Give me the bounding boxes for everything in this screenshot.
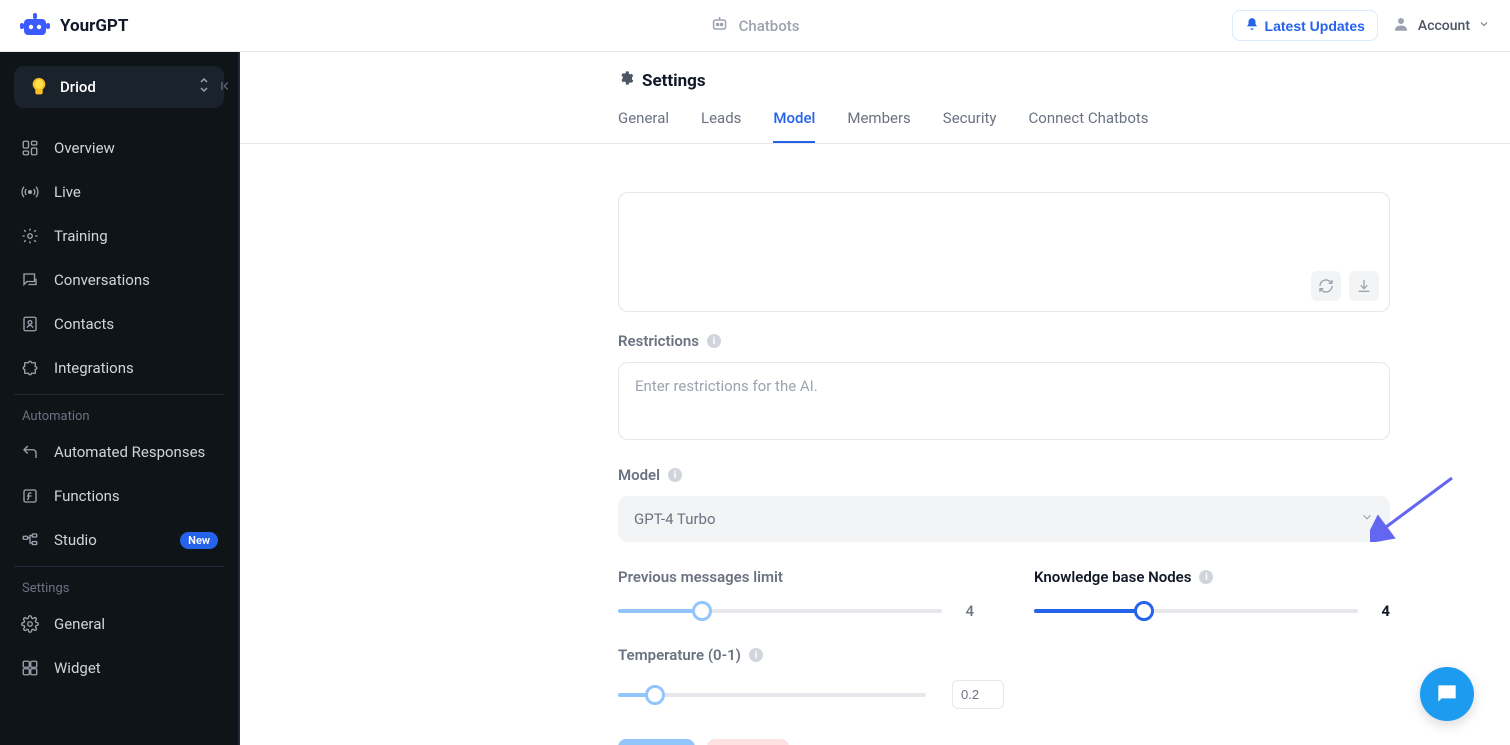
restrictions-input[interactable] bbox=[618, 362, 1390, 440]
temperature-input[interactable] bbox=[952, 680, 1004, 709]
function-icon bbox=[20, 486, 40, 506]
temperature-label: Temperature (0-1) bbox=[618, 646, 741, 664]
info-icon[interactable]: i bbox=[1199, 570, 1213, 584]
save-button[interactable]: Save bbox=[618, 739, 695, 745]
account-menu[interactable]: Account bbox=[1392, 15, 1490, 37]
refresh-button[interactable] bbox=[1311, 271, 1341, 301]
logo-icon bbox=[20, 13, 50, 39]
prompt-box bbox=[618, 192, 1390, 312]
chevron-down-icon bbox=[1360, 510, 1374, 528]
training-icon bbox=[20, 226, 40, 246]
header-center-link[interactable]: Chatbots bbox=[711, 15, 800, 37]
latest-updates-label: Latest Updates bbox=[1265, 18, 1365, 34]
dashboard-icon bbox=[20, 138, 40, 158]
kb-nodes-label: Knowledge base Nodes bbox=[1034, 568, 1191, 586]
section-settings: Settings bbox=[0, 567, 238, 602]
temperature-slider[interactable] bbox=[618, 693, 926, 697]
sidebar-item-integrations[interactable]: Integrations bbox=[0, 346, 238, 390]
bell-icon bbox=[1245, 17, 1259, 34]
model-selected-value: GPT-4 Turbo bbox=[634, 510, 716, 528]
collapse-sidebar-button[interactable] bbox=[216, 76, 236, 96]
tab-model[interactable]: Model bbox=[773, 109, 815, 143]
tab-connect-chatbots[interactable]: Connect Chatbots bbox=[1029, 109, 1149, 143]
sidebar-item-general[interactable]: General bbox=[0, 602, 238, 646]
tab-general[interactable]: General bbox=[618, 109, 669, 143]
sidebar-item-training[interactable]: Training bbox=[0, 214, 238, 258]
reset-button[interactable]: Reset bbox=[707, 739, 789, 745]
sidebar: Driod Overview Live Training Conversations C… bbox=[0, 52, 240, 745]
kb-nodes-slider[interactable] bbox=[1034, 609, 1358, 613]
tab-security[interactable]: Security bbox=[943, 109, 997, 143]
puzzle-icon bbox=[20, 358, 40, 378]
prev-messages-label: Previous messages limit bbox=[618, 568, 783, 586]
broadcast-icon bbox=[20, 182, 40, 202]
chat-fab[interactable] bbox=[1420, 667, 1474, 721]
sidebar-item-automated-responses[interactable]: Automated Responses bbox=[0, 430, 238, 474]
nav-label: Automated Responses bbox=[54, 443, 218, 461]
gear-icon bbox=[618, 70, 634, 91]
sidebar-item-conversations[interactable]: Conversations bbox=[0, 258, 238, 302]
tabs: General Leads Model Members Security Connect … bbox=[240, 91, 1510, 144]
model-select[interactable]: GPT-4 Turbo bbox=[618, 496, 1390, 542]
robot-icon bbox=[711, 15, 729, 37]
project-name: Driod bbox=[60, 78, 188, 96]
header-right: Latest Updates Account bbox=[1232, 10, 1490, 41]
sidebar-item-live[interactable]: Live bbox=[0, 170, 238, 214]
widget-icon bbox=[20, 658, 40, 678]
gear-icon bbox=[20, 614, 40, 634]
info-icon[interactable]: i bbox=[749, 648, 763, 662]
info-icon[interactable]: i bbox=[668, 468, 682, 482]
sidebar-item-contacts[interactable]: Contacts bbox=[0, 302, 238, 346]
page-title: Settings bbox=[642, 71, 706, 91]
main-content: Settings General Leads Model Members Securit… bbox=[240, 52, 1510, 745]
nav-label: Training bbox=[54, 227, 218, 245]
prev-messages-value: 4 bbox=[958, 602, 974, 620]
chevron-updown-icon bbox=[198, 77, 210, 97]
section-automation: Automation bbox=[0, 395, 238, 430]
prev-messages-slider[interactable] bbox=[618, 609, 942, 613]
lightbulb-icon bbox=[28, 76, 50, 98]
contacts-icon bbox=[20, 314, 40, 334]
nav-label: Contacts bbox=[54, 315, 218, 333]
project-selector[interactable]: Driod bbox=[14, 66, 224, 108]
brand-name: YourGPT bbox=[60, 16, 128, 36]
studio-icon bbox=[20, 530, 40, 550]
header-center-label: Chatbots bbox=[739, 17, 800, 35]
tab-members[interactable]: Members bbox=[847, 109, 910, 143]
sidebar-item-studio[interactable]: Studio New bbox=[0, 518, 238, 562]
nav-label: Overview bbox=[54, 139, 218, 157]
kb-nodes-value: 4 bbox=[1374, 602, 1390, 620]
sidebar-item-overview[interactable]: Overview bbox=[0, 126, 238, 170]
user-icon bbox=[1392, 15, 1410, 37]
restrictions-label: Restrictions bbox=[618, 332, 699, 350]
brand[interactable]: YourGPT bbox=[20, 13, 128, 39]
nav-label: General bbox=[54, 615, 218, 633]
top-header: YourGPT Chatbots Latest Updates Account bbox=[0, 0, 1510, 52]
nav-label: Widget bbox=[54, 659, 218, 677]
nav-label: Functions bbox=[54, 487, 218, 505]
account-label: Account bbox=[1418, 18, 1470, 34]
nav-label: Studio bbox=[54, 531, 166, 549]
info-icon[interactable]: i bbox=[707, 334, 721, 348]
sidebar-item-widget[interactable]: Widget bbox=[0, 646, 238, 690]
latest-updates-button[interactable]: Latest Updates bbox=[1232, 10, 1378, 41]
nav-label: Integrations bbox=[54, 359, 218, 377]
download-button[interactable] bbox=[1349, 271, 1379, 301]
reply-icon bbox=[20, 442, 40, 462]
badge-new: New bbox=[180, 532, 218, 549]
nav-label: Conversations bbox=[54, 271, 218, 289]
chat-icon bbox=[20, 270, 40, 290]
tab-leads[interactable]: Leads bbox=[701, 109, 741, 143]
model-label: Model bbox=[618, 466, 660, 484]
nav-label: Live bbox=[54, 183, 218, 201]
chevron-down-icon bbox=[1478, 18, 1490, 34]
sidebar-item-functions[interactable]: Functions bbox=[0, 474, 238, 518]
page-title-row: Settings bbox=[240, 70, 1510, 91]
